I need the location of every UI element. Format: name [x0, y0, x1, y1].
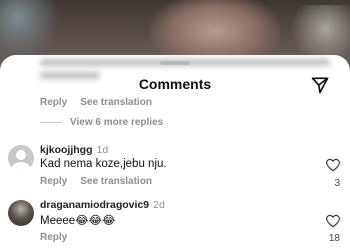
like-count: 18	[328, 233, 340, 244]
comment-text: Meeee😂😂😂	[40, 215, 116, 227]
divider-line	[40, 122, 62, 123]
reply-button[interactable]: Reply	[40, 176, 67, 187]
like-count: 3	[334, 178, 340, 189]
heart-outline-icon[interactable]	[325, 214, 341, 228]
comments-sheet: Comments Reply See translation View 6 mo…	[0, 55, 350, 250]
reply-button[interactable]: Reply	[40, 97, 67, 108]
see-translation-button[interactable]: See translation	[80, 176, 152, 187]
avatar[interactable]	[8, 200, 34, 226]
timestamp: 1d	[96, 144, 109, 156]
comment-actions: Reply	[40, 232, 67, 243]
top-comment-actions: Reply See translation	[40, 97, 152, 108]
comments-title: Comments	[138, 76, 212, 92]
avatar[interactable]	[8, 145, 34, 171]
paper-plane-icon[interactable]	[310, 75, 330, 95]
timestamp: 2d	[153, 199, 165, 211]
heart-outline-icon[interactable]	[325, 158, 341, 172]
view-more-replies-label: View 6 more replies	[70, 117, 164, 128]
video-detail-left	[0, 0, 60, 60]
username[interactable]: draganamiodragovic9	[40, 199, 149, 211]
reply-button[interactable]: Reply	[40, 232, 67, 243]
see-translation-button[interactable]: See translation	[80, 97, 152, 108]
comment-actions: Reply See translation	[40, 176, 152, 187]
username[interactable]: kjkoojjhgg	[40, 144, 93, 156]
view-more-replies-button[interactable]: View 6 more replies	[40, 117, 163, 128]
comment-text: Kad nema koze,jebu nju.	[40, 158, 167, 170]
comment-header: kjkoojjhgg 1d	[40, 144, 108, 156]
default-avatar-icon	[12, 150, 30, 171]
comment-header: draganamiodragovic9 2d	[40, 199, 165, 211]
